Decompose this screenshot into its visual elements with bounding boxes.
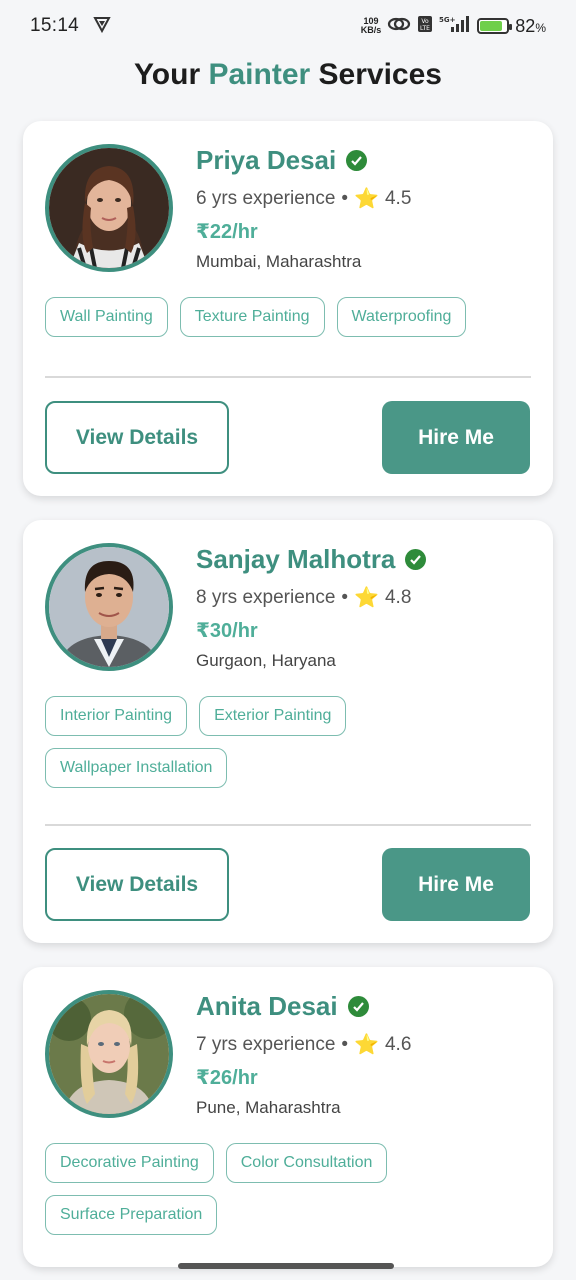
skill-tag: Surface Preparation bbox=[45, 1195, 218, 1235]
skill-tags: Wall Painting Texture Painting Waterproo… bbox=[45, 297, 533, 337]
home-indicator[interactable] bbox=[178, 1263, 394, 1269]
battery-percent: 82% bbox=[515, 15, 546, 36]
experience-rating: 8 yrs experience • ⭐ 4.8 bbox=[196, 586, 412, 610]
hourly-rate: ₹22/hr bbox=[196, 221, 258, 243]
volte-icon: Vo LTE bbox=[417, 15, 433, 38]
battery-icon bbox=[477, 18, 513, 34]
verified-icon bbox=[347, 996, 369, 1017]
avatar bbox=[45, 543, 173, 671]
skill-tag: Decorative Painting bbox=[45, 1143, 214, 1183]
view-details-button[interactable]: View Details bbox=[45, 848, 229, 921]
status-time: 15:14 bbox=[30, 15, 80, 36]
shield-icon bbox=[93, 15, 111, 38]
signal-icon: 5G+ bbox=[439, 15, 471, 38]
skill-tag: Wall Painting bbox=[45, 297, 168, 337]
experience-rating: 6 yrs experience • ⭐ 4.5 bbox=[196, 187, 412, 211]
skill-tag: Exterior Painting bbox=[199, 696, 347, 736]
view-details-button[interactable]: View Details bbox=[45, 401, 229, 474]
hire-me-button[interactable]: Hire Me bbox=[382, 848, 530, 921]
divider bbox=[45, 824, 531, 826]
skill-tag: Interior Painting bbox=[45, 696, 188, 736]
avatar bbox=[45, 144, 173, 272]
verified-icon bbox=[405, 549, 427, 570]
verified-icon bbox=[346, 150, 368, 171]
svg-text:LTE: LTE bbox=[420, 25, 430, 32]
location: Gurgaon, Haryana bbox=[196, 651, 336, 670]
skill-tag: Waterproofing bbox=[336, 297, 467, 337]
link-icon bbox=[387, 15, 411, 38]
page-title: Your Painter Services bbox=[134, 58, 442, 91]
star-icon: ⭐ bbox=[354, 1034, 379, 1056]
network-speed: 109 KB/s bbox=[360, 16, 382, 35]
painter-info: Sanjay Malhotra 8 yrs experience • ⭐ 4.8… bbox=[196, 544, 533, 671]
painter-card: Priya Desai 6 yrs experience • ⭐ 4.5 ₹22… bbox=[23, 121, 553, 496]
svg-text:Vo: Vo bbox=[422, 18, 430, 25]
divider bbox=[45, 376, 531, 378]
skill-tag: Wallpaper Installation bbox=[45, 748, 228, 788]
painter-name: Priya Desai bbox=[196, 145, 337, 175]
skill-tags: Interior Painting Exterior Painting Wall… bbox=[45, 696, 533, 788]
skill-tag: Texture Painting bbox=[179, 297, 325, 337]
location: Mumbai, Maharashtra bbox=[196, 252, 362, 271]
star-icon: ⭐ bbox=[354, 587, 379, 609]
status-bar: 15:14 109 KB/s Vo LTE 5G+ 82% bbox=[0, 0, 576, 52]
painter-card: Anita Desai 7 yrs experience • ⭐ 4.6 ₹26… bbox=[23, 967, 553, 1267]
painter-name: Anita Desai bbox=[196, 991, 338, 1021]
hire-me-button[interactable]: Hire Me bbox=[382, 401, 530, 474]
painter-card: Sanjay Malhotra 8 yrs experience • ⭐ 4.8… bbox=[23, 520, 553, 943]
svg-text:5G+: 5G+ bbox=[439, 16, 456, 24]
painter-info: Anita Desai 7 yrs experience • ⭐ 4.6 ₹26… bbox=[196, 991, 533, 1118]
hourly-rate: ₹30/hr bbox=[196, 620, 258, 642]
painter-info: Priya Desai 6 yrs experience • ⭐ 4.5 ₹22… bbox=[196, 145, 533, 272]
skill-tag: Color Consultation bbox=[225, 1143, 388, 1183]
experience-rating: 7 yrs experience • ⭐ 4.6 bbox=[196, 1033, 412, 1057]
avatar bbox=[45, 990, 173, 1118]
location: Pune, Maharashtra bbox=[196, 1098, 341, 1117]
hourly-rate: ₹26/hr bbox=[196, 1067, 258, 1089]
skill-tags: Decorative Painting Color Consultation S… bbox=[45, 1143, 533, 1235]
painter-name: Sanjay Malhotra bbox=[196, 544, 396, 574]
star-icon: ⭐ bbox=[354, 188, 379, 210]
